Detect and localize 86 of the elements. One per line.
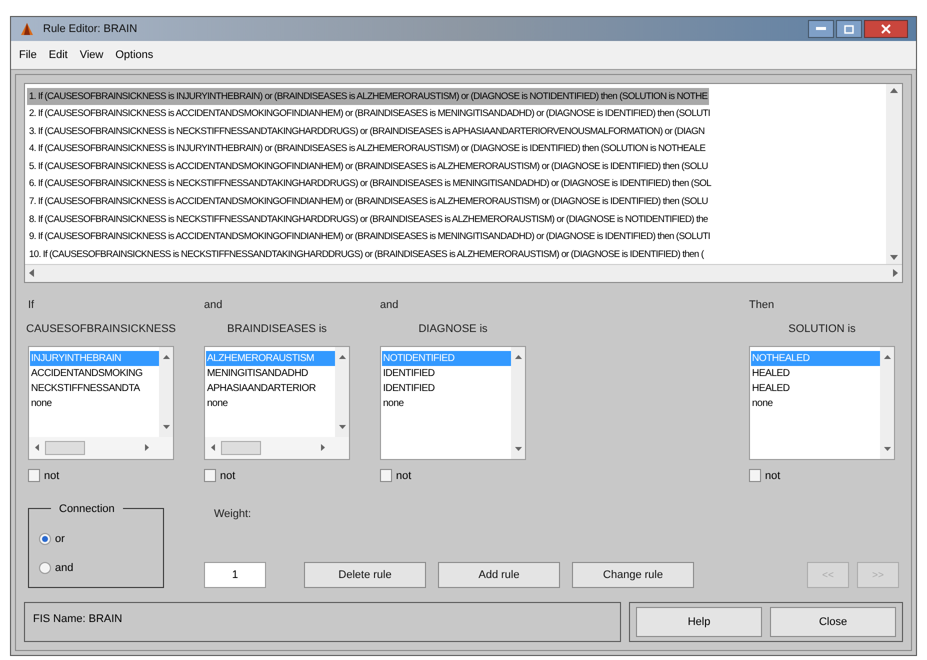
- scroll-up-icon[interactable]: [514, 354, 522, 358]
- variable-label: BRAINDISEASES is: [227, 322, 327, 337]
- menu-item[interactable]: Edit: [48, 46, 68, 64]
- variable-label: CAUSESOFBRAINSICKNESS: [26, 322, 176, 337]
- rule-item[interactable]: 2. If (CAUSESOFBRAINSICKNESS is ACCIDENTANDSMOKINGOFINDIANHEM) or (BRAINDISEASES is MENINGITISANDADHD) or (DIAGNOSE is IDENTIFIED) then (SOLUTI: [27, 105, 712, 123]
- weight-label: Weight:: [214, 507, 252, 522]
- scroll-right-icon[interactable]: [145, 444, 149, 451]
- window-title: Rule Editor: BRAIN: [43, 22, 138, 37]
- not-checkbox[interactable]: [380, 469, 392, 482]
- scroll-thumb[interactable]: [45, 440, 85, 454]
- scroll-left-icon[interactable]: [211, 444, 215, 451]
- horizontal-scrollbar[interactable]: [25, 264, 902, 282]
- rule-item[interactable]: 10. If (CAUSESOFBRAINSICKNESS is NECKSTIFFNESSANDTAKINGHARDDRUGS) or (BRAINDISEASES is ALZHEMERORAUSTISM) or (DIAGNOSE is IDENTIFIED) then (: [27, 246, 706, 264]
- action-button[interactable]: Delete rule: [304, 562, 426, 588]
- scroll-right-icon[interactable]: [893, 269, 898, 277]
- close-button[interactable]: [864, 20, 908, 38]
- footer-button[interactable]: Close: [770, 607, 896, 637]
- connector-label: and: [380, 298, 398, 312]
- checkbox-label: not: [220, 468, 236, 484]
- scroll-down-icon[interactable]: [162, 424, 170, 428]
- status-panel: FIS Name: BRAIN: [24, 602, 621, 642]
- scroll-down-icon[interactable]: [884, 446, 890, 450]
- connector-label: and: [204, 298, 222, 312]
- list-option[interactable]: HEALED: [751, 366, 880, 380]
- rule-item[interactable]: 9. If (CAUSESOFBRAINSICKNESS is ACCIDENTANDSMOKINGOFINDIANHEM) or (BRAINDISEASES is MENINGITISANDADHD) or (DIAGNOSE is IDENTIFIED) then (SOLUTI: [27, 228, 712, 246]
- rule-item[interactable]: 3. If (CAUSESOFBRAINSICKNESS is NECKSTIFFNESSANDTAKINGHARDDRUGS) or (BRAINDISEASES is APHASIAANDARTERIORVENOUSMALFORMATION) or (DIAGN: [27, 122, 706, 140]
- list-option[interactable]: IDENTIFIED: [382, 380, 511, 396]
- scroll-left-icon[interactable]: [29, 269, 34, 277]
- radio-label: and: [55, 560, 74, 576]
- rule-item[interactable]: 5. If (CAUSESOFBRAINSICKNESS is ACCIDENTANDSMOKINGOFINDIANHEM) or (BRAINDISEASES is ALZHEMERORAUSTISM) or (DIAGNOSE is IDENTIFIED) then (SOLU: [27, 158, 710, 176]
- rule-item[interactable]: 7. If (CAUSESOFBRAINSICKNESS is ACCIDENTANDSMOKINGOFINDIANHEM) or (BRAINDISEASES is ALZHEMERORAUSTISM) or (DIAGNOSE is IDENTIFIED) then (SOLU: [27, 193, 710, 211]
- action-button[interactable]: Change rule: [572, 562, 694, 588]
- scroll-up-icon[interactable]: [338, 354, 346, 358]
- scroll-up-icon[interactable]: [162, 354, 170, 358]
- radio-label: or: [55, 532, 65, 547]
- checkbox-label: not: [765, 468, 780, 484]
- minimize-button[interactable]: [808, 20, 834, 38]
- list-option[interactable]: NECKSTIFFNESSANDTA: [30, 380, 159, 396]
- scroll-down-icon[interactable]: [338, 424, 346, 428]
- scroll-down-icon[interactable]: [514, 446, 522, 450]
- menu-item[interactable]: Options: [115, 46, 154, 64]
- rule-item[interactable]: 6. If (CAUSESOFBRAINSICKNESS is NECKSTIFFNESSANDTAKINGHARDDRUGS) or (BRAINDISEASES is MENINGITISANDADHD) or (DIAGNOSE is IDENTIFIED) then (SOL: [27, 175, 714, 194]
- rule-item[interactable]: 8. If (CAUSESOFBRAINSICKNESS is NECKSTIFFNESSANDTAKINGHARDDRUGS) or (BRAINDISEASES is ALZHEMERORAUSTISM) or (DIAGNOSE is NOTIDENTIFIED) the: [27, 210, 710, 228]
- not-checkbox[interactable]: [749, 469, 761, 482]
- scroll-left-icon[interactable]: [35, 444, 39, 451]
- action-button[interactable]: Add rule: [438, 562, 560, 588]
- scroll-down-icon[interactable]: [890, 254, 898, 260]
- maximize-icon: [844, 24, 854, 34]
- listbox[interactable]: ALZHEMERORAUSTISM MENINGITISANDADHD APHASIAANDARTERIOR none: [204, 346, 350, 460]
- maximize-button[interactable]: [836, 20, 862, 38]
- checkbox-label: not: [44, 468, 60, 484]
- not-checkbox[interactable]: [204, 469, 216, 482]
- list-option[interactable]: none: [206, 396, 335, 410]
- listbox[interactable]: NOTHEALED HEALED HEALED none: [749, 346, 895, 460]
- list-option[interactable]: IDENTIFIED: [382, 366, 511, 380]
- list-option[interactable]: MENINGITISANDADHD: [206, 366, 335, 380]
- weight-field[interactable]: 1: [204, 562, 266, 588]
- scroll-right-icon[interactable]: [321, 444, 325, 451]
- list-option[interactable]: none: [30, 396, 159, 410]
- footer-button[interactable]: Help: [636, 607, 762, 637]
- menu-item[interactable]: File: [19, 46, 37, 64]
- listbox[interactable]: INJURYINTHEBRAIN ACCIDENTANDSMOKING NECKSTIFFNESSANDTA none: [28, 346, 174, 460]
- minimize-icon: [816, 27, 826, 32]
- close-icon: [881, 24, 891, 34]
- scroll-up-icon[interactable]: [884, 354, 890, 358]
- variable-label: DIAGNOSE is: [418, 322, 488, 337]
- connector-label: If: [28, 298, 34, 312]
- scroll-up-icon[interactable]: [890, 88, 898, 92]
- list-option[interactable]: ACCIDENTANDSMOKING: [30, 366, 159, 380]
- radio-button[interactable]: [39, 562, 51, 574]
- rule-item[interactable]: 1. If (CAUSESOFBRAINSICKNESS is INJURYINTHEBRAIN) or (BRAINDISEASES is ALZHEMERORAUSTISM) or (DIAGNOSE is NOTIDENTIFIED) then (SOLUTION is NOTHE: [27, 88, 710, 106]
- list-option[interactable]: APHASIAANDARTERIOR: [206, 380, 335, 396]
- scroll-thumb[interactable]: [221, 440, 261, 454]
- rule-item[interactable]: 4. If (CAUSESOFBRAINSICKNESS is INJURYINTHEBRAIN) or (BRAINDISEASES is ALZHEMERORAUSTISM) or (DIAGNOSE is IDENTIFIED) then (SOLUTION is NOTHEALE: [27, 140, 708, 158]
- radio-button[interactable]: [39, 533, 51, 546]
- variable-label: SOLUTION is: [788, 322, 856, 337]
- menu-item[interactable]: View: [80, 46, 104, 64]
- connector-label: Then: [749, 298, 774, 312]
- not-checkbox[interactable]: [28, 469, 40, 482]
- list-option[interactable]: HEALED: [751, 380, 880, 396]
- list-option[interactable]: none: [751, 396, 880, 410]
- list-option[interactable]: none: [382, 396, 511, 410]
- checkbox-label: not: [396, 468, 412, 484]
- app-logo-icon: [19, 21, 35, 38]
- listbox[interactable]: NOTIDENTIFIED IDENTIFIED IDENTIFIED none: [380, 346, 526, 460]
- vertical-scrollbar[interactable]: [886, 84, 902, 264]
